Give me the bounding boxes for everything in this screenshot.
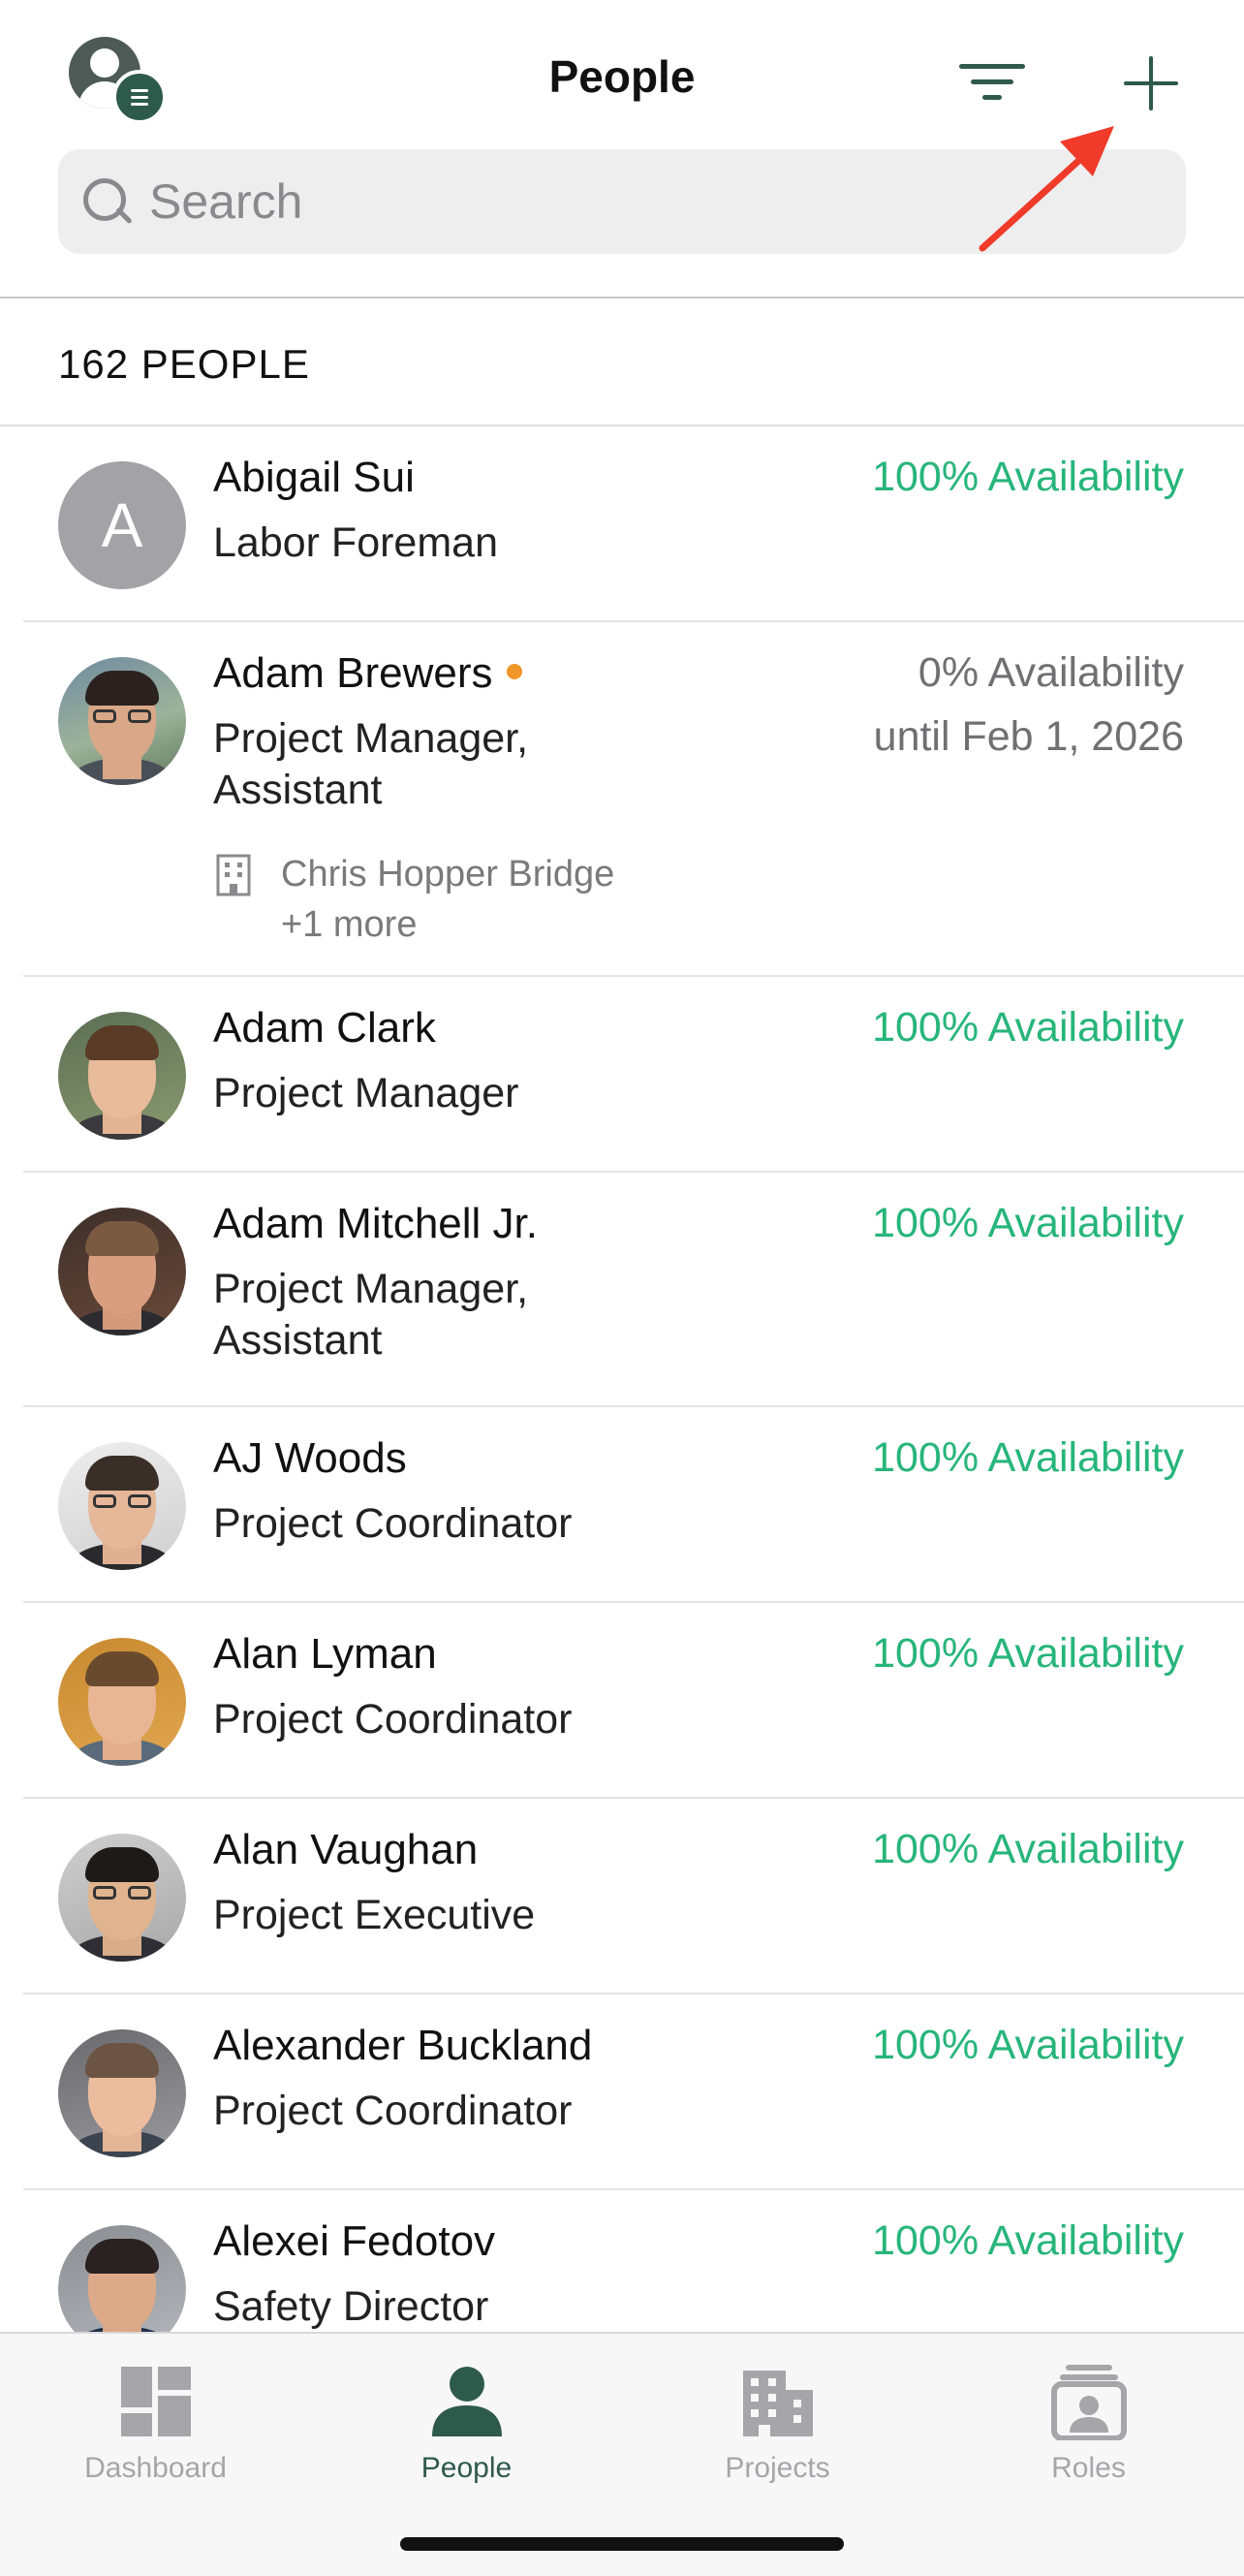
person-role: Project Manager: [213, 1070, 519, 1116]
availability-label: 0% Availability: [917, 649, 1184, 696]
person-name: Abigail Sui: [213, 454, 415, 501]
availability-label: 100% Availability: [872, 2022, 1184, 2068]
person-role: Project Executive: [213, 1892, 536, 1938]
id-badge-icon: [1050, 2365, 1127, 2440]
availability-label: 100% Availability: [872, 1434, 1184, 1481]
person-row-alan-lyman[interactable]: Alan Lyman Project Coordinator 100% Avai…: [0, 1603, 1244, 1799]
project-more: +1 more: [281, 904, 418, 945]
page-title: People: [548, 51, 696, 102]
tab-label: Roles: [1051, 2452, 1126, 2484]
add-person-button[interactable]: [1122, 54, 1180, 112]
header: People: [0, 0, 1244, 298]
avatar: [58, 1442, 186, 1570]
availability-label: 100% Availability: [872, 2217, 1184, 2264]
person-icon: [431, 2367, 502, 2436]
person-name: Adam Brewers: [213, 649, 493, 697]
person-name: Alan Vaughan: [213, 1826, 479, 1873]
person-row-adam-mitchell-jr[interactable]: Adam Mitchell Jr. Project Manager, Assis…: [0, 1173, 1244, 1407]
search-icon: [79, 174, 134, 229]
project-assignment: Chris Hopper Bridge +1 more: [281, 849, 614, 950]
tab-label: Projects: [725, 2452, 830, 2484]
header-divider: [0, 297, 1244, 298]
home-indicator: [400, 2537, 844, 2551]
person-row-abigail-sui[interactable]: A Abigail Sui Labor Foreman 100% Availab…: [0, 426, 1244, 622]
person-name-wrapper: Adam Brewers: [213, 649, 522, 698]
people-count: 162 PEOPLE: [58, 341, 310, 387]
avatar: [58, 1012, 186, 1140]
person-row-adam-clark[interactable]: Adam Clark Project Manager 100% Availabi…: [0, 977, 1244, 1173]
person-name: Alan Lyman: [213, 1630, 437, 1678]
person-row-aj-woods[interactable]: AJ Woods Project Coordinator 100% Availa…: [0, 1407, 1244, 1603]
person-role: Project Manager, Assistant: [213, 1266, 529, 1364]
project-name: Chris Hopper Bridge: [281, 854, 615, 895]
building-icon: [216, 854, 251, 896]
people-list: A Abigail Sui Labor Foreman 100% Availab…: [0, 426, 1244, 2332]
person-name: Adam Mitchell Jr.: [213, 1200, 538, 1247]
person-row-adam-brewers[interactable]: Adam Brewers Project Manager, Assistant …: [0, 622, 1244, 977]
status-dot-icon: [506, 664, 522, 680]
filter-button[interactable]: [959, 60, 1029, 107]
avatar: A: [58, 461, 186, 589]
avatar: [58, 1834, 186, 1962]
avatar: [58, 1208, 186, 1335]
avatar: [58, 1638, 186, 1766]
tab-people[interactable]: People: [311, 2334, 622, 2498]
person-role: Labor Foreman: [213, 519, 498, 566]
person-role: Project Coordinator: [213, 1500, 573, 1547]
tab-dashboard[interactable]: Dashboard: [0, 2334, 311, 2498]
availability-label: 100% Availability: [872, 1200, 1184, 1246]
tab-label: Dashboard: [84, 2452, 227, 2484]
tab-projects[interactable]: Projects: [622, 2334, 933, 2498]
building-icon: [742, 2371, 813, 2436]
person-row-alexander-buckland[interactable]: Alexander Buckland Project Coordinator 1…: [0, 1995, 1244, 2190]
availability-label: 100% Availability: [872, 1630, 1184, 1677]
avatar: [58, 2225, 186, 2332]
availability-label: 100% Availability: [872, 454, 1184, 500]
avatar: [58, 2029, 186, 2157]
person-name: Alexei Fedotov: [213, 2217, 496, 2265]
person-row-alexei-fedotov[interactable]: Alexei Fedotov Safety Director 100% Avai…: [0, 2190, 1244, 2332]
person-name: AJ Woods: [213, 1434, 407, 1482]
person-role: Project Coordinator: [213, 1696, 573, 1743]
dashboard-icon: [120, 2367, 191, 2436]
availability-until: until Feb 1, 2026: [873, 713, 1184, 760]
avatar: [58, 657, 186, 785]
person-role: Project Coordinator: [213, 2088, 573, 2134]
person-role: Safety Director: [213, 2283, 489, 2330]
person-role: Project Manager, Assistant: [213, 715, 529, 813]
tab-roles[interactable]: Roles: [933, 2334, 1244, 2498]
person-name: Adam Clark: [213, 1004, 436, 1052]
availability-label: 100% Availability: [872, 1826, 1184, 1872]
person-name: Alexander Buckland: [213, 2022, 593, 2069]
availability-label: 100% Availability: [872, 1004, 1184, 1051]
tab-label: People: [420, 2452, 513, 2484]
person-row-alan-vaughan[interactable]: Alan Vaughan Project Executive 100% Avai…: [0, 1799, 1244, 1995]
annotation-arrow-icon: [979, 126, 1114, 252]
